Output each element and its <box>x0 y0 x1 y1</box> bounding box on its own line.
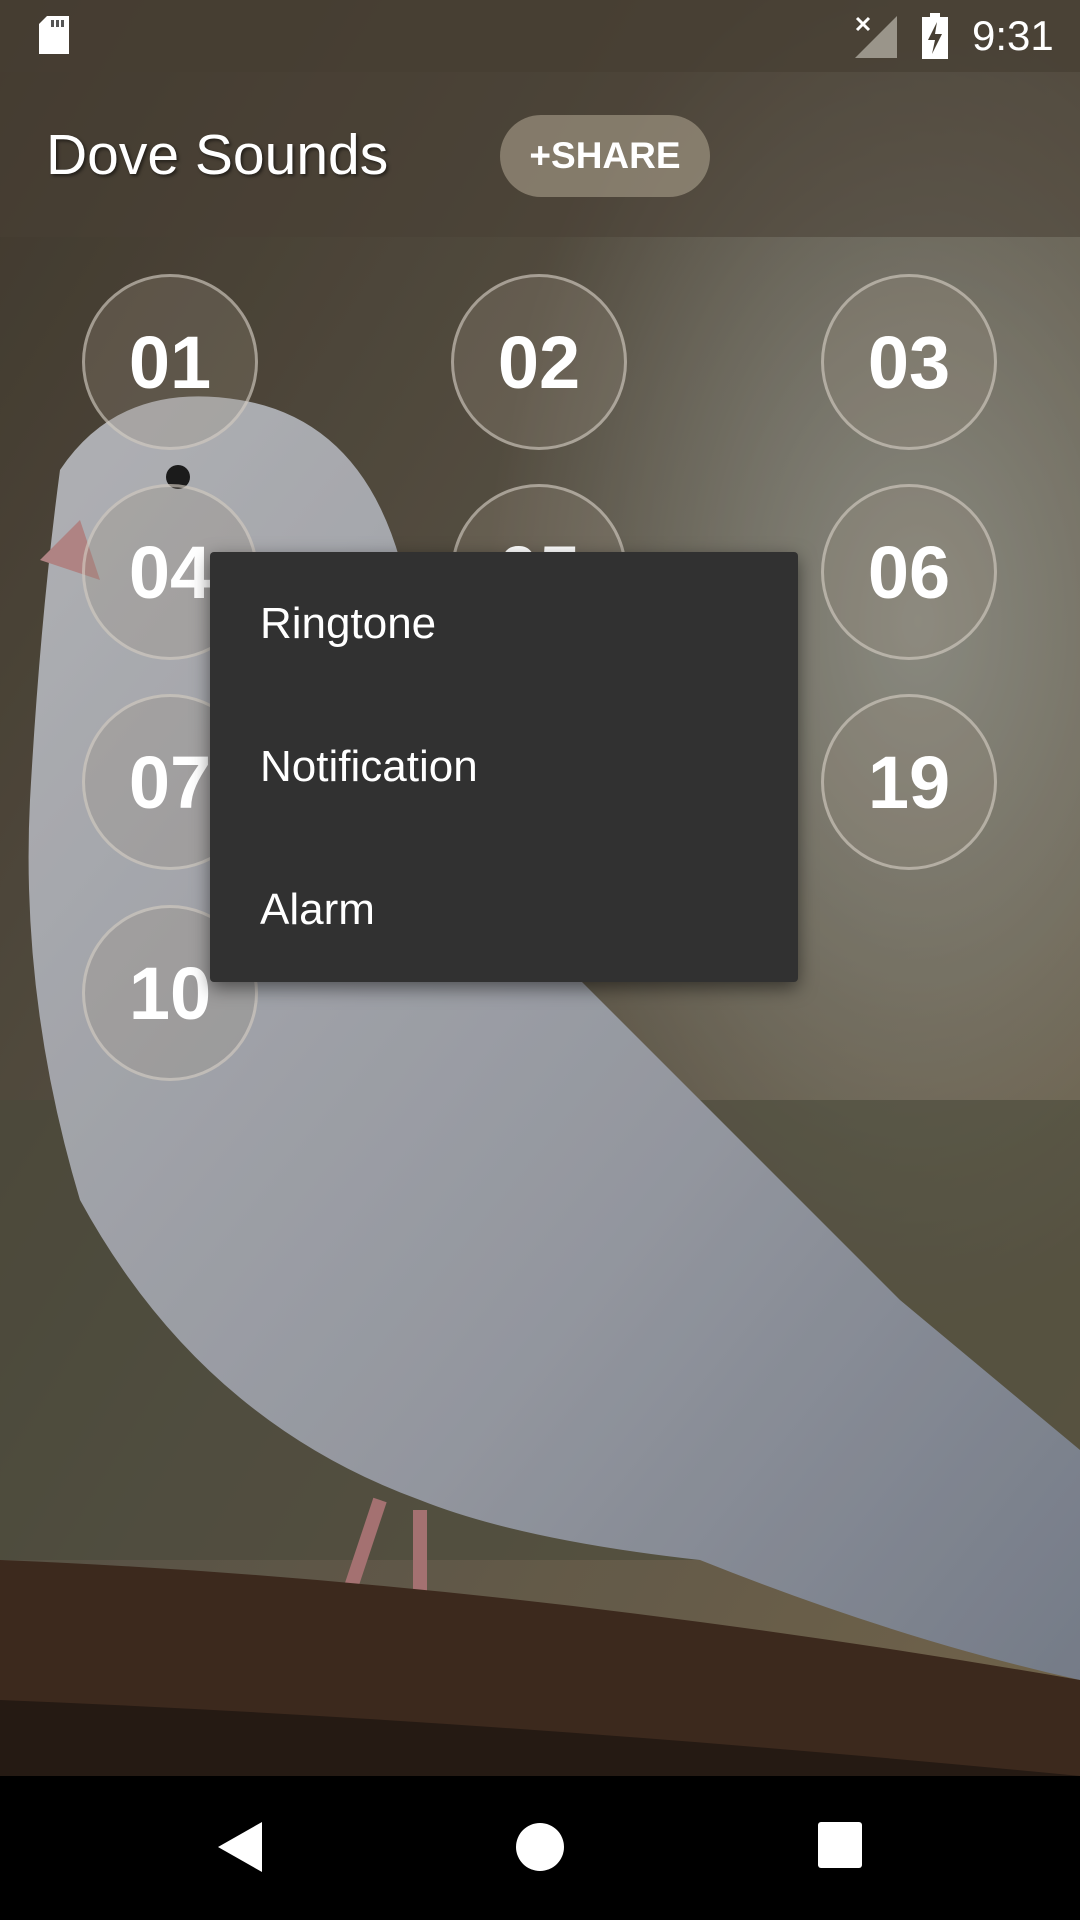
menu-item-alarm[interactable]: Alarm <box>210 838 798 981</box>
no-signal-icon <box>855 16 897 58</box>
sound-button-01[interactable]: 01 <box>82 274 258 450</box>
sd-card-icon <box>39 16 69 54</box>
sound-button-19[interactable]: 19 <box>821 694 997 870</box>
menu-item-notification[interactable]: Notification <box>210 695 798 838</box>
status-bar: 9:31 <box>0 0 1080 72</box>
back-icon[interactable] <box>218 1822 262 1872</box>
recents-icon[interactable] <box>818 1822 862 1868</box>
battery-charging-icon <box>922 13 948 59</box>
share-button[interactable]: +SHARE <box>500 115 710 197</box>
sound-button-02[interactable]: 02 <box>451 274 627 450</box>
home-icon[interactable] <box>515 1822 565 1872</box>
sound-button-03[interactable]: 03 <box>821 274 997 450</box>
app-bar: Dove Sounds +SHARE <box>0 72 1080 237</box>
navigation-bar <box>0 1776 1080 1920</box>
menu-item-ringtone[interactable]: Ringtone <box>210 552 798 695</box>
sound-button-06[interactable]: 06 <box>821 484 997 660</box>
set-as-popup-menu: Ringtone Notification Alarm <box>210 552 798 982</box>
app-title: Dove Sounds <box>46 123 389 187</box>
clock: 9:31 <box>972 12 1054 59</box>
